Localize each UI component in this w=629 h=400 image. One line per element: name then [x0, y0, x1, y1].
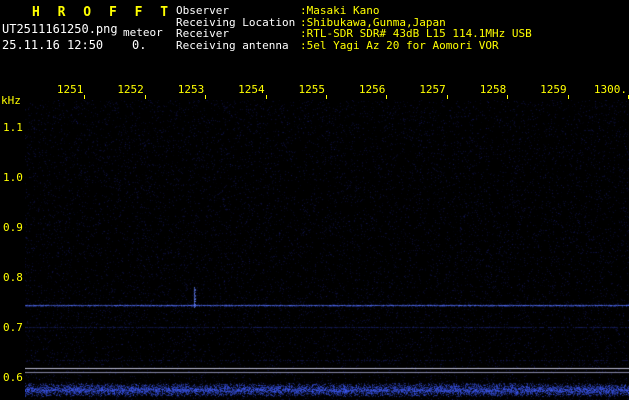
datetime-label: 25.11.16 12:50 — [2, 38, 104, 52]
app-title: H R O F F T — [32, 5, 174, 20]
time-tick-label: 1253 — [177, 83, 205, 96]
time-tick-mark — [568, 95, 569, 99]
freq-tick-label: 0.7 — [3, 321, 23, 334]
time-tick-mark — [326, 95, 327, 99]
freq-tick-label: 0.6 — [3, 371, 23, 384]
info-label: Receiving antenna — [176, 38, 289, 52]
hrofft-spectrogram-screen: H R O F F T UT2511161250.png meteor 25.1… — [0, 0, 629, 400]
khz-unit-label: kHz — [1, 94, 21, 107]
freq-tick-label: 1.0 — [3, 171, 23, 184]
time-tick-label: 1255 — [298, 83, 326, 96]
time-tick-mark — [507, 95, 508, 99]
spectrogram-canvas — [25, 100, 629, 400]
time-tick-label: 1254 — [238, 83, 265, 96]
info-value: :RTL-SDR SDR# 43dB L15 114.1MHz USB — [300, 27, 532, 40]
time-tick-mark — [205, 95, 206, 99]
echo-count-label: 0. — [132, 38, 147, 52]
time-tick-mark — [447, 95, 448, 99]
freq-tick-label: 0.9 — [3, 221, 23, 234]
info-row: Receiving antenna :5el Yagi Az 20 for Aom… — [176, 38, 532, 52]
time-tick-label: 1256 — [358, 83, 386, 96]
time-tick-label: 1252 — [117, 83, 144, 96]
time-tick-label: 1258 — [479, 83, 507, 96]
info-value: :5el Yagi Az 20 for Aomori VOR — [300, 38, 499, 52]
time-tick-mark — [266, 95, 267, 99]
info-table: Observer:Masaki Kano Receiving Location:S… — [176, 5, 532, 51]
freq-tick-label: 1.1 — [3, 121, 23, 134]
time-tick-mark — [145, 95, 146, 99]
freq-tick-label: 0.8 — [3, 271, 23, 284]
info-label: Observer — [176, 4, 229, 17]
filename-label: UT2511161250.png — [2, 22, 118, 36]
info-row: Observer :Masaki Kano — [176, 5, 532, 17]
info-row: Receiver :RTL-SDR SDR# 43dB L15 114.1MHz … — [176, 28, 532, 40]
time-tick-label: 1251 — [56, 83, 84, 96]
time-tick-label: 1257 — [419, 83, 446, 96]
info-label: Receiver — [176, 27, 229, 40]
time-tick-mark — [84, 95, 85, 99]
info-value: :Masaki Kano — [300, 4, 380, 17]
time-tick-mark — [386, 95, 387, 99]
time-tick-label: 1259 — [540, 83, 567, 96]
time-tick-label: 1300. — [593, 83, 627, 96]
